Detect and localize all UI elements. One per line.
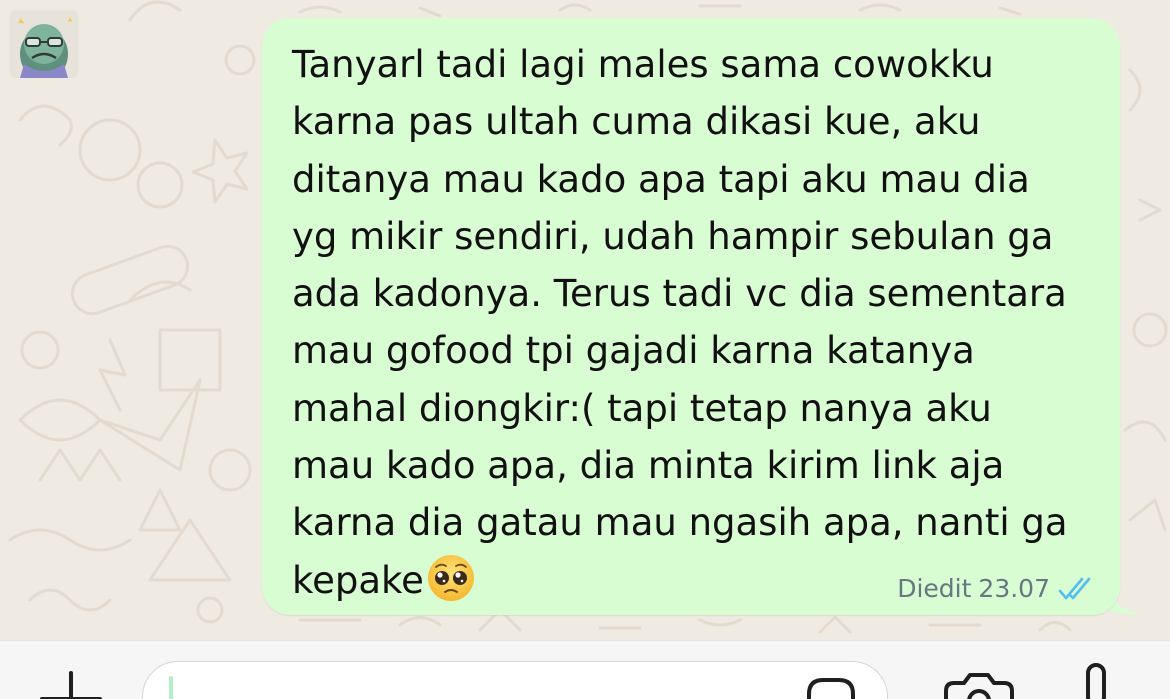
text-cursor xyxy=(169,676,173,699)
sticker-avatar[interactable] xyxy=(10,10,78,78)
message-text: Tanyarl tadi lagi males sama cowokku kar… xyxy=(292,36,1102,609)
message-input[interactable] xyxy=(142,661,888,699)
sticker-avatar-icon xyxy=(10,10,78,78)
message-composer xyxy=(0,640,1170,699)
microphone-icon[interactable] xyxy=(1076,663,1116,699)
outgoing-message-bubble[interactable]: Tanyarl tadi lagi males sama cowokku kar… xyxy=(262,18,1120,615)
chat-area: Tanyarl tadi lagi males sama cowokku kar… xyxy=(0,0,1170,640)
edited-label: Diedit xyxy=(897,574,972,603)
double-check-read-icon xyxy=(1058,577,1091,599)
camera-icon[interactable] xyxy=(942,669,1016,699)
message-body: Tanyarl tadi lagi males sama cowokku kar… xyxy=(292,43,1068,602)
message-meta: Diedit 23.07 xyxy=(897,574,1094,603)
message-time: 23.07 xyxy=(978,574,1050,603)
sticker-icon[interactable] xyxy=(803,676,859,699)
plus-icon[interactable] xyxy=(36,671,106,699)
pleading-face-emoji-icon xyxy=(427,554,474,601)
